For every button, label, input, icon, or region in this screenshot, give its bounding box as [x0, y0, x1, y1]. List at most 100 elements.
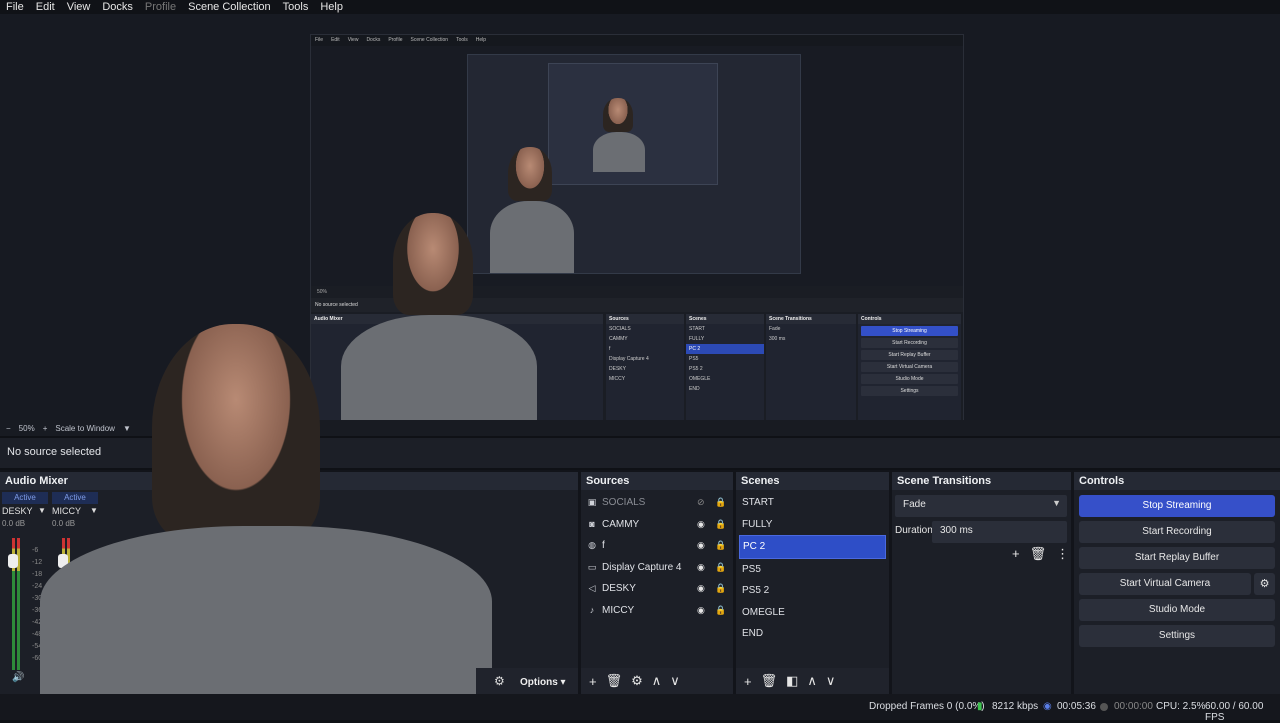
- advanced-audio-icon[interactable]: ⚙: [494, 674, 505, 688]
- trash-icon[interactable]: 🗑: [606, 673, 623, 689]
- scene-item[interactable]: FULLY: [736, 514, 889, 536]
- start-replay-buffer-button[interactable]: Start Replay Buffer: [1079, 547, 1275, 569]
- sources-dock: Sources ▣ SOCIALS ⊘ 🔒 ◙ CAMMY ◉ 🔒 ◍ f ◉ 🔒 ▭ Displa…: [581, 472, 733, 694]
- transition-value: Fade: [903, 499, 926, 510]
- source-item[interactable]: ◍ f ◉ 🔒: [581, 535, 733, 557]
- source-item[interactable]: ▣ SOCIALS ⊘ 🔒: [581, 492, 733, 514]
- lock-icon[interactable]: 🔒: [715, 557, 726, 579]
- scene-item[interactable]: END: [736, 623, 889, 645]
- duration-label: Duration: [895, 525, 933, 536]
- menu-help[interactable]: Help: [314, 1, 349, 13]
- more-options-icon[interactable]: ⋮: [1056, 546, 1069, 562]
- trash-icon[interactable]: 🗑: [1030, 546, 1047, 562]
- move-up-icon[interactable]: ∧: [652, 673, 662, 689]
- scale-mode-select[interactable]: Scale to Window: [55, 424, 115, 433]
- lock-icon[interactable]: 🔒: [715, 514, 726, 536]
- menu-edit[interactable]: Edit: [30, 1, 61, 13]
- add-scene-button[interactable]: +: [744, 674, 752, 689]
- menu-docks[interactable]: Docks: [96, 1, 139, 13]
- webcam-person-medium: [393, 213, 473, 315]
- move-down-icon[interactable]: ∨: [826, 673, 836, 689]
- monitor-icon: ▭: [587, 561, 597, 572]
- lock-icon[interactable]: 🔒: [715, 578, 726, 600]
- cpu-usage: CPU: 2.5%: [1156, 701, 1206, 712]
- eye-icon[interactable]: ◉: [697, 578, 705, 600]
- settings-button[interactable]: Settings: [1079, 625, 1275, 647]
- lock-icon[interactable]: 🔒: [715, 535, 726, 557]
- add-transition-button[interactable]: +: [1012, 546, 1020, 562]
- scenes-dock: Scenes START FULLY PC 2 PS5 PS5 2 OMEGLE…: [736, 472, 889, 694]
- display-capture-canvas: File Edit View Docks Profile Scene Collection…: [310, 34, 964, 430]
- source-item[interactable]: ♪ MICCY ◉ 🔒: [581, 600, 733, 622]
- transition-select[interactable]: Fade ▼: [895, 495, 1067, 517]
- lock-icon[interactable]: 🔒: [715, 492, 726, 514]
- webcam-shirt-small: [490, 201, 574, 273]
- source-item[interactable]: ▭ Display Capture 4 ◉ 🔒: [581, 557, 733, 579]
- chevron-down-icon[interactable]: ▼: [90, 506, 98, 515]
- bitrate: 8212 kbps: [992, 701, 1039, 712]
- source-item[interactable]: ◙ CAMMY ◉ 🔒: [581, 514, 733, 536]
- gear-icon[interactable]: ⚙: [631, 673, 643, 689]
- status-bar: Dropped Frames 0 (0.0%) ▮ 8212 kbps ◉ 00…: [0, 694, 1280, 723]
- scene-item[interactable]: PS5: [736, 559, 889, 581]
- controls-title: Controls: [1074, 472, 1280, 490]
- transition-toolbar: + 🗑 ⋮: [1012, 546, 1069, 562]
- filter-icon[interactable]: ◧: [786, 673, 798, 689]
- sources-toolbar: + 🗑 ⚙ ∧ ∨: [581, 668, 733, 694]
- nested-menu-bar: File Edit View Docks Profile Scene Collection…: [311, 35, 963, 46]
- zoom-level: 50%: [18, 423, 35, 433]
- menu-tools[interactable]: Tools: [277, 1, 315, 13]
- source-options-button[interactable]: Options ▾: [520, 670, 566, 696]
- chevron-down-icon: ▼: [1052, 498, 1061, 508]
- eye-icon[interactable]: ◉: [697, 514, 705, 536]
- speaker-icon[interactable]: 🔊: [12, 672, 24, 683]
- eye-hidden-icon[interactable]: ⊘: [697, 492, 705, 514]
- channel-db: 0.0 dB: [2, 519, 26, 528]
- image-icon: ▣: [587, 497, 597, 507]
- lock-icon[interactable]: 🔒: [715, 600, 726, 622]
- zoom-in-button[interactable]: +: [43, 424, 48, 433]
- nested-sources: Sources SOCIALS CAMMY f Display Capture …: [606, 314, 684, 427]
- scene-item[interactable]: START: [736, 492, 889, 514]
- speaker-icon: ◁: [588, 583, 596, 593]
- trash-icon[interactable]: 🗑: [761, 673, 778, 689]
- dropped-frames: Dropped Frames 0 (0.0%): [869, 701, 985, 712]
- duration-value: 300 ms: [940, 525, 973, 536]
- move-down-icon[interactable]: ∨: [670, 673, 680, 689]
- webcam-person-large: [152, 324, 320, 540]
- channel-status: Active: [52, 492, 98, 504]
- stream-time: 00:05:36: [1057, 701, 1096, 712]
- volume-slider-handle[interactable]: [8, 554, 18, 568]
- nested-scene-transitions: Scene Transitions Fade 300 ms: [766, 314, 856, 427]
- record-icon: [1100, 703, 1108, 711]
- add-source-button[interactable]: +: [589, 674, 597, 689]
- eye-icon[interactable]: ◉: [697, 600, 705, 622]
- scene-item-selected[interactable]: PC 2: [739, 535, 886, 559]
- studio-mode-button[interactable]: Studio Mode: [1079, 599, 1275, 621]
- duration-field[interactable]: 300 ms: [932, 521, 1067, 543]
- start-virtual-camera-button[interactable]: Start Virtual Camera: [1079, 573, 1251, 595]
- menu-scene-collection[interactable]: Scene Collection: [182, 1, 277, 13]
- eye-icon[interactable]: ◉: [697, 535, 705, 557]
- scene-item[interactable]: PS5 2: [736, 580, 889, 602]
- eye-icon[interactable]: ◉: [697, 557, 705, 579]
- zoom-out-button[interactable]: −: [6, 424, 11, 433]
- camera-icon: ◙: [589, 518, 595, 529]
- move-up-icon[interactable]: ∧: [807, 673, 817, 689]
- source-item[interactable]: ◁ DESKY ◉ 🔒: [581, 578, 733, 600]
- menu-view[interactable]: View: [61, 1, 97, 13]
- gear-icon[interactable]: ⚙: [1254, 573, 1275, 595]
- globe-icon: ◍: [588, 540, 596, 550]
- menu-bar: File Edit View Docks Profile Scene Colle…: [0, 0, 1280, 14]
- record-time: 00:00:00: [1114, 701, 1153, 712]
- menu-profile[interactable]: Profile: [139, 1, 182, 13]
- chevron-down-icon[interactable]: ▼: [38, 506, 46, 515]
- menu-file[interactable]: File: [0, 1, 30, 13]
- scene-item[interactable]: OMEGLE: [736, 602, 889, 624]
- stream-icon: ◉: [1043, 701, 1052, 712]
- scenes-toolbar: + 🗑 ◧ ∧ ∨: [736, 668, 889, 694]
- nested-controls: Controls Stop Streaming Start Recording …: [858, 314, 961, 427]
- start-recording-button[interactable]: Start Recording: [1079, 521, 1275, 543]
- chevron-down-icon[interactable]: ▼: [123, 424, 131, 433]
- stop-streaming-button[interactable]: Stop Streaming: [1079, 495, 1275, 517]
